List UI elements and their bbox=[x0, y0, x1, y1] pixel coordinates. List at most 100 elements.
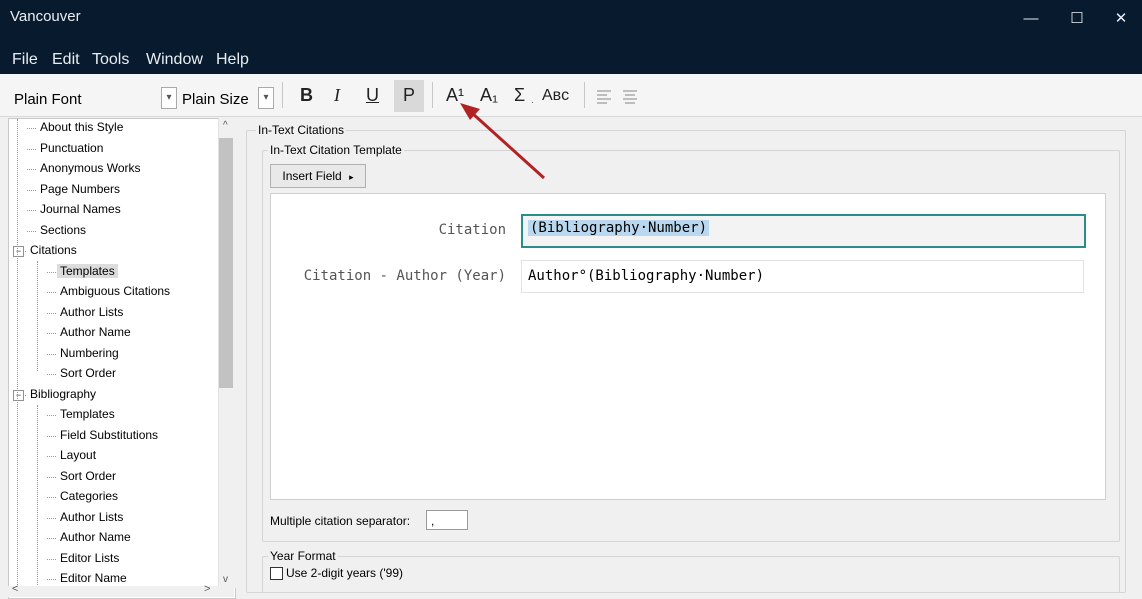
tree-item-label: Author Lists bbox=[60, 304, 124, 319]
tree-connector bbox=[47, 271, 56, 273]
year-format-label: Year Format bbox=[268, 549, 338, 563]
tree-connector bbox=[47, 312, 56, 314]
tree-item[interactable]: Citations bbox=[27, 243, 80, 257]
tree-item[interactable]: Anonymous Works bbox=[37, 161, 143, 175]
author-year-field-label: Citation - Author (Year) bbox=[303, 268, 506, 284]
menu-tools[interactable]: Tools bbox=[92, 51, 129, 69]
toolbar-separator bbox=[584, 82, 585, 108]
tree-item-label: Anonymous Works bbox=[40, 161, 141, 175]
tree-item-label: Author Name bbox=[60, 530, 131, 544]
size-dropdown-icon[interactable]: ▾ bbox=[258, 87, 274, 109]
tree-item[interactable]: Author Name bbox=[57, 530, 134, 544]
size-combo[interactable]: Plain Size bbox=[182, 91, 249, 108]
menu-edit[interactable]: Edit bbox=[52, 51, 80, 69]
scroll-right-icon[interactable]: > bbox=[204, 583, 210, 595]
tree-item[interactable]: Numbering bbox=[57, 346, 122, 360]
tree-connector bbox=[47, 497, 56, 498]
tree-item[interactable]: Categories bbox=[57, 489, 121, 503]
close-button[interactable]: ✕ bbox=[1098, 4, 1142, 34]
menu-window[interactable]: Window bbox=[146, 51, 203, 69]
underline-button[interactable]: U bbox=[366, 85, 379, 106]
tree-item[interactable]: Journal Names bbox=[37, 202, 124, 216]
tree-item[interactable]: Templates bbox=[57, 407, 118, 421]
bold-button[interactable]: B bbox=[300, 85, 313, 106]
tree-connector bbox=[47, 476, 56, 478]
tree-item-label: Author Lists bbox=[60, 509, 124, 524]
separator-input[interactable]: , bbox=[426, 510, 468, 530]
tree-trunk-line bbox=[37, 261, 38, 371]
tree-connector bbox=[47, 517, 56, 519]
font-dropdown-icon[interactable]: ▾ bbox=[161, 87, 177, 109]
tree-item-label: Bibliography bbox=[30, 386, 97, 401]
tree-item[interactable]: Author Lists bbox=[57, 305, 126, 319]
tree-item-label: Layout bbox=[60, 448, 97, 462]
font-combo[interactable]: Plain Font bbox=[14, 91, 82, 108]
tree-connector bbox=[27, 148, 36, 150]
menu-file[interactable]: File bbox=[12, 51, 38, 69]
tree-item[interactable]: Author Lists bbox=[57, 510, 126, 524]
tree-connector bbox=[47, 538, 56, 539]
italic-button[interactable]: I bbox=[334, 85, 340, 106]
tree-item[interactable]: About this Style bbox=[37, 120, 126, 134]
tree-item-label: About this Style bbox=[40, 120, 124, 134]
tree-item[interactable]: Editor Lists bbox=[57, 551, 122, 565]
tree-item[interactable]: Sections bbox=[37, 223, 89, 237]
template-group-label: In-Text Citation Template bbox=[268, 143, 404, 157]
citation-field-value[interactable]: (Bibliography·Number) bbox=[528, 220, 710, 236]
plain-button[interactable]: P bbox=[403, 85, 415, 106]
tree-item[interactable]: Page Numbers bbox=[37, 182, 123, 196]
tree-item[interactable]: Author Name bbox=[57, 325, 134, 339]
scroll-left-icon[interactable]: < bbox=[12, 583, 18, 595]
citation-field-label: Citation bbox=[438, 222, 506, 238]
tree-connector bbox=[47, 415, 56, 416]
tree-item[interactable]: Sort Order bbox=[57, 469, 119, 483]
scroll-down-icon[interactable]: v bbox=[223, 574, 228, 585]
tree-item-label: Journal Names bbox=[40, 202, 121, 216]
tree-scroll-thumb[interactable] bbox=[219, 138, 233, 388]
menu-help[interactable]: Help bbox=[216, 51, 249, 69]
maximize-button[interactable]: ☐ bbox=[1054, 4, 1100, 34]
tree-horizontal-scrollbar[interactable]: < > bbox=[8, 583, 234, 597]
tree-connector bbox=[47, 333, 56, 334]
tree-item[interactable]: Sort Order bbox=[57, 366, 119, 380]
tree-item[interactable]: Editor Name bbox=[57, 571, 130, 585]
align-left-icon[interactable] bbox=[596, 88, 612, 109]
tree-item-label: Punctuation bbox=[40, 140, 104, 155]
insert-field-button[interactable]: Insert Field ▸ bbox=[270, 164, 366, 188]
tree-connector bbox=[47, 456, 56, 457]
tree-connector bbox=[47, 558, 56, 560]
tree-item-label: Field Substitutions bbox=[60, 427, 159, 442]
tree-item[interactable]: Templates bbox=[57, 263, 118, 278]
insert-field-label: Insert Field bbox=[282, 169, 342, 183]
tree-connector bbox=[27, 128, 36, 129]
collapse-icon[interactable]: − bbox=[13, 246, 24, 257]
author-year-field-value[interactable]: Author°(Bibliography·Number) bbox=[528, 268, 764, 284]
chevron-right-icon: ▸ bbox=[349, 172, 354, 182]
menu-bar: File Edit Tools Window Help bbox=[0, 46, 1142, 74]
tree-item[interactable]: Layout bbox=[57, 448, 99, 462]
two-digit-year-checkbox[interactable] bbox=[270, 567, 283, 580]
tree-item[interactable]: Ambiguous Citations bbox=[57, 284, 173, 298]
scroll-up-icon[interactable]: ^ bbox=[223, 120, 228, 131]
tree-item[interactable]: Punctuation bbox=[37, 141, 106, 155]
title-bar: Vancouver — ☐ ✕ bbox=[0, 0, 1142, 46]
tree-item-label: Editor Lists bbox=[60, 550, 120, 565]
tree-connector bbox=[27, 189, 36, 191]
align-center-icon[interactable] bbox=[622, 88, 638, 109]
tree-item-label: Sort Order bbox=[60, 366, 117, 380]
tree-item[interactable]: Field Substitutions bbox=[57, 428, 161, 442]
tree-item-label: Page Numbers bbox=[40, 181, 121, 196]
tree-item-label: Editor Name bbox=[60, 571, 127, 585]
tree-trunk-line bbox=[37, 405, 38, 598]
tree-trunk-line bbox=[17, 119, 18, 598]
minimize-button[interactable]: — bbox=[1008, 4, 1054, 34]
window-title: Vancouver bbox=[10, 8, 81, 25]
tree-item-label: Author Name bbox=[60, 325, 131, 339]
collapse-icon[interactable]: − bbox=[13, 389, 24, 401]
tree-item-label: Sort Order bbox=[60, 468, 117, 483]
in-text-citations-label: In-Text Citations bbox=[256, 123, 347, 137]
tree-connector bbox=[47, 292, 56, 293]
toolbar-separator bbox=[282, 82, 283, 108]
tree-item[interactable]: Bibliography bbox=[27, 387, 99, 401]
toolbar-separator bbox=[432, 82, 433, 108]
